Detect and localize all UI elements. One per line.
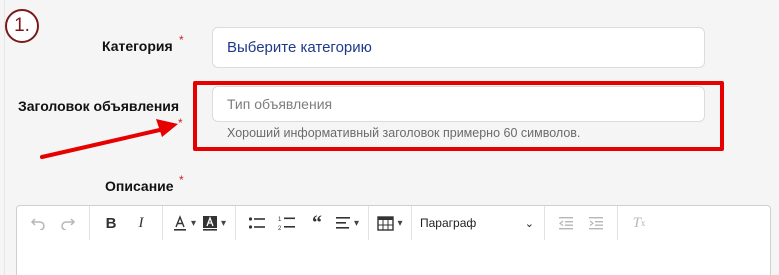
undo-icon[interactable] <box>25 210 51 236</box>
chevron-down-icon: ▾ <box>220 217 227 229</box>
format-group: Tx <box>618 206 660 240</box>
paragraph-select-value: Параграф <box>420 216 477 230</box>
basic-styles-group: B I <box>90 206 163 240</box>
description-label-text: Описание <box>105 178 174 194</box>
description-editor[interactable] <box>16 240 771 275</box>
background-color-icon[interactable]: ▾ <box>201 210 227 236</box>
paragraph-select[interactable]: Параграф ⌄ <box>418 210 538 236</box>
svg-text:2: 2 <box>278 226 282 231</box>
chevron-down-icon: ▾ <box>353 217 360 229</box>
chevron-down-icon: ⌄ <box>524 217 534 230</box>
remove-format-icon[interactable]: Tx <box>626 210 652 236</box>
blockquote-icon[interactable]: “ <box>304 210 330 236</box>
description-required-mark: * <box>179 173 184 187</box>
description-label: Описание <box>105 178 174 194</box>
outdent-icon[interactable] <box>553 210 579 236</box>
align-icon[interactable]: ▾ <box>334 210 360 236</box>
history-group <box>17 206 90 240</box>
font-color-icon[interactable]: ▾ <box>171 210 197 236</box>
chevron-down-icon: ▾ <box>397 217 403 229</box>
heading-group: Параграф ⌄ <box>412 206 545 240</box>
list-group: 12 “ ▾ <box>236 206 369 240</box>
numbered-list-icon[interactable]: 12 <box>274 210 300 236</box>
svg-text:1: 1 <box>278 217 282 223</box>
color-group: ▾ ▾ <box>163 206 236 240</box>
editor-toolbar: B I ▾ ▾ 12 “ ▾ ▾ Параграф ⌄ T x <box>16 205 771 241</box>
bold-icon[interactable]: B <box>98 210 124 236</box>
chevron-down-icon: ▾ <box>190 217 197 229</box>
indent-group <box>545 206 618 240</box>
indent-icon[interactable] <box>583 210 609 236</box>
italic-icon[interactable]: I <box>128 210 154 236</box>
table-icon[interactable]: ▾ <box>377 210 403 236</box>
bulleted-list-icon[interactable] <box>244 210 270 236</box>
insert-group: ▾ <box>369 206 412 240</box>
redo-icon[interactable] <box>55 210 81 236</box>
